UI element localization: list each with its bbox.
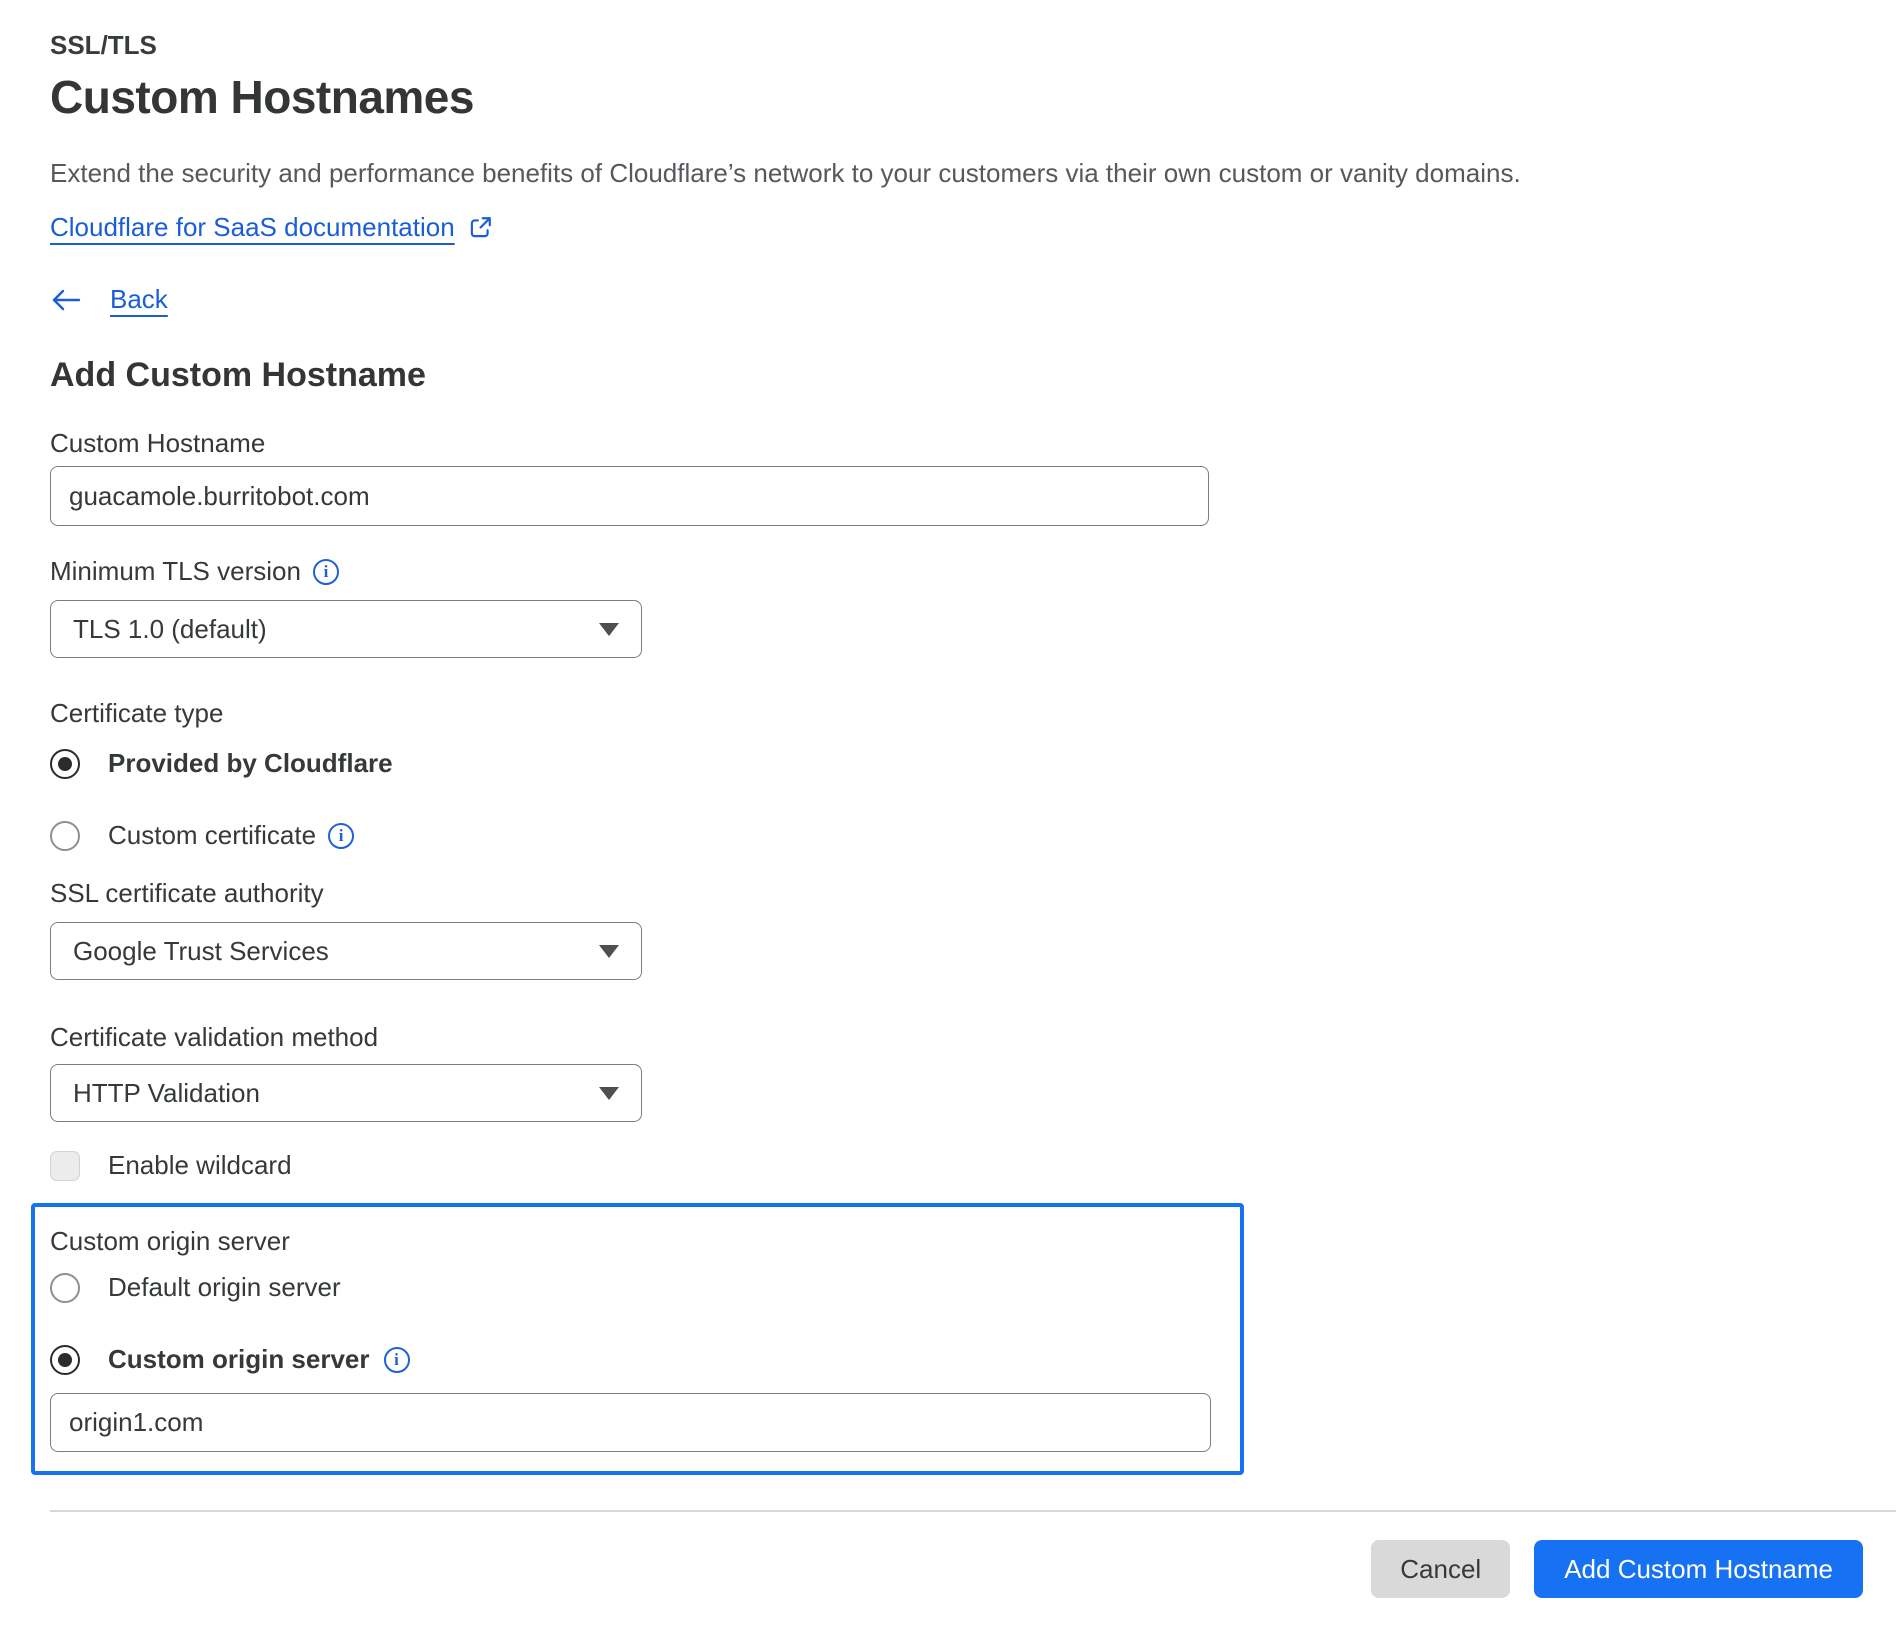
wildcard-label: Enable wildcard bbox=[108, 1150, 292, 1181]
wildcard-checkbox-unchecked[interactable] bbox=[50, 1151, 80, 1181]
info-icon[interactable]: i bbox=[328, 823, 354, 849]
add-custom-hostname-button[interactable]: Add Custom Hostname bbox=[1534, 1540, 1863, 1598]
radio-button[interactable] bbox=[50, 1273, 80, 1303]
info-icon[interactable]: i bbox=[384, 1347, 410, 1373]
radio-row-default-origin-server[interactable]: Default origin server bbox=[50, 1272, 341, 1303]
chevron-down-icon bbox=[599, 1087, 619, 1100]
ssl-authority-select[interactable]: Google Trust Services bbox=[50, 922, 642, 980]
back-arrow-icon[interactable] bbox=[50, 286, 82, 314]
min-tls-label-row: Minimum TLS version i bbox=[50, 556, 339, 587]
breadcrumb-section-label: SSL/TLS bbox=[50, 30, 157, 61]
radio-button[interactable] bbox=[50, 821, 80, 851]
radio-row-provided-by-cloudflare[interactable]: Provided by Cloudflare bbox=[50, 748, 393, 779]
custom-hostnames-page: { "colors": { "accent_blue": "#1672f2", … bbox=[0, 0, 1896, 1636]
validation-method-selected-value: HTTP Validation bbox=[73, 1078, 260, 1109]
doc-link-row: Cloudflare for SaaS documentation bbox=[50, 212, 493, 243]
validation-method-label: Certificate validation method bbox=[50, 1022, 378, 1053]
footer-button-row: Cancel Add Custom Hostname bbox=[0, 1540, 1863, 1598]
min-tls-select[interactable]: TLS 1.0 (default) bbox=[50, 600, 642, 658]
radio-button-selected[interactable] bbox=[50, 749, 80, 779]
chevron-down-icon bbox=[599, 945, 619, 958]
origin-server-label: Custom origin server bbox=[50, 1226, 290, 1257]
enable-wildcard-row[interactable]: Enable wildcard bbox=[50, 1150, 292, 1181]
footer-divider bbox=[50, 1510, 1896, 1512]
custom-origin-server-highlight-box: Custom origin server Default origin serv… bbox=[31, 1203, 1244, 1475]
min-tls-selected-value: TLS 1.0 (default) bbox=[73, 614, 267, 645]
radio-label: Provided by Cloudflare bbox=[108, 748, 393, 779]
custom-hostname-label: Custom Hostname bbox=[50, 428, 265, 459]
page-description: Extend the security and performance bene… bbox=[50, 158, 1521, 189]
radio-button-selected[interactable] bbox=[50, 1345, 80, 1375]
saas-documentation-link[interactable]: Cloudflare for SaaS documentation bbox=[50, 212, 455, 243]
radio-label: Default origin server bbox=[108, 1272, 341, 1303]
back-link[interactable]: Back bbox=[110, 284, 168, 315]
form-heading: Add Custom Hostname bbox=[50, 356, 426, 395]
ssl-authority-label: SSL certificate authority bbox=[50, 878, 324, 909]
chevron-down-icon bbox=[599, 623, 619, 636]
ssl-authority-selected-value: Google Trust Services bbox=[73, 936, 329, 967]
info-icon[interactable]: i bbox=[313, 559, 339, 585]
cancel-button[interactable]: Cancel bbox=[1371, 1540, 1510, 1598]
certificate-type-label: Certificate type bbox=[50, 698, 223, 729]
radio-row-custom-origin-server[interactable]: Custom origin server i bbox=[50, 1344, 410, 1375]
page-title: Custom Hostnames bbox=[50, 70, 474, 124]
custom-hostname-input[interactable] bbox=[50, 466, 1209, 526]
validation-method-select[interactable]: HTTP Validation bbox=[50, 1064, 642, 1122]
radio-label: Custom origin server bbox=[108, 1344, 370, 1375]
min-tls-label: Minimum TLS version bbox=[50, 556, 301, 587]
external-link-icon bbox=[467, 215, 493, 241]
origin-server-input[interactable] bbox=[50, 1393, 1211, 1452]
radio-row-custom-certificate[interactable]: Custom certificate i bbox=[50, 820, 354, 851]
back-row: Back bbox=[50, 284, 168, 315]
radio-label: Custom certificate bbox=[108, 820, 316, 851]
